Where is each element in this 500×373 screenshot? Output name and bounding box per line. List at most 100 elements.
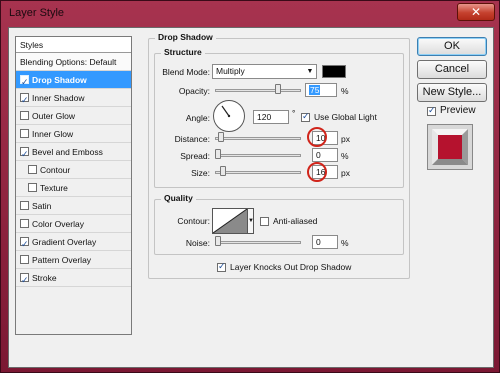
spread-unit: % (341, 151, 349, 161)
style-item-label: Color Overlay (32, 219, 84, 229)
preview-label: Preview (440, 105, 476, 116)
style-item-blending-options-default[interactable]: Blending Options: Default (16, 53, 131, 71)
new-style-button[interactable]: New Style... (417, 83, 487, 102)
use-global-light-label: Use Global Light (314, 112, 377, 122)
style-item-checkbox[interactable] (20, 73, 29, 91)
spread-value: 0 (316, 150, 321, 160)
style-item-stroke[interactable]: Stroke (16, 269, 131, 289)
style-item-gradient-overlay[interactable]: Gradient Overlay (16, 233, 131, 253)
contour-dropdown-arrow[interactable]: ▼ (247, 208, 254, 234)
style-item-color-overlay[interactable]: Color Overlay (16, 215, 131, 233)
style-item-label: Texture (40, 183, 68, 193)
size-unit: px (341, 168, 350, 178)
distance-highlight-circle (307, 127, 327, 147)
spread-label: Spread: (180, 151, 210, 161)
angle-label: Angle: (185, 113, 210, 123)
angle-unit: ° (292, 108, 296, 118)
quality-title: Quality (161, 193, 196, 203)
ok-button[interactable]: OK (417, 37, 487, 56)
style-item-checkbox[interactable] (20, 91, 29, 109)
style-item-checkbox[interactable] (20, 255, 29, 264)
noise-value: 0 (316, 237, 321, 247)
shadow-color-swatch[interactable] (322, 65, 346, 78)
style-item-pattern-overlay[interactable]: Pattern Overlay (16, 251, 131, 269)
noise-unit: % (341, 238, 349, 248)
style-preview-thumbnail (427, 124, 473, 170)
style-item-label: Outer Glow (32, 111, 75, 121)
distance-label: Distance: (174, 134, 210, 144)
style-item-drop-shadow[interactable]: Drop Shadow (16, 71, 131, 91)
angle-needle-icon (221, 105, 231, 118)
styles-header[interactable]: Styles (16, 37, 131, 53)
style-item-label: Drop Shadow (32, 75, 87, 85)
preview-checkbox[interactable] (427, 105, 436, 116)
opacity-value: 75 (309, 85, 321, 95)
drop-shadow-title: Drop Shadow (155, 32, 216, 42)
style-item-checkbox[interactable] (20, 271, 29, 289)
style-item-checkbox[interactable] (28, 183, 37, 192)
cancel-button[interactable]: Cancel (417, 60, 487, 79)
styles-panel: Styles Blending Options: Default Drop Sha… (15, 36, 132, 335)
title-bar[interactable]: Layer Style ✕ (1, 1, 500, 27)
style-item-label: Stroke (32, 273, 57, 283)
style-item-label: Blending Options: Default (20, 57, 117, 67)
style-item-outer-glow[interactable]: Outer Glow (16, 107, 131, 125)
style-item-checkbox[interactable] (20, 235, 29, 253)
style-item-label: Bevel and Emboss (32, 147, 103, 157)
style-item-bevel-and-emboss[interactable]: Bevel and Emboss (16, 143, 131, 163)
distance-slider-track[interactable] (215, 137, 301, 140)
blend-mode-label: Blend Mode: (162, 67, 210, 77)
style-item-checkbox[interactable] (20, 219, 29, 228)
layer-style-dialog: Layer Style ✕ Styles Blending Options: D… (0, 0, 500, 373)
structure-title: Structure (161, 47, 205, 57)
noise-slider-track[interactable] (215, 241, 301, 244)
styles-list: Blending Options: Default Drop Shadow Inne… (16, 53, 131, 289)
opacity-input[interactable]: 75 (305, 83, 337, 97)
angle-input[interactable]: 120 (253, 110, 289, 124)
close-button[interactable]: ✕ (457, 3, 495, 21)
opacity-unit: % (341, 86, 349, 96)
distance-slider-thumb[interactable] (218, 132, 225, 142)
size-slider-thumb[interactable] (220, 166, 227, 176)
size-highlight-circle (307, 162, 327, 182)
style-item-label: Satin (32, 201, 52, 211)
use-global-light-checkbox[interactable] (301, 111, 310, 122)
opacity-slider-track[interactable] (215, 89, 301, 92)
spread-slider-thumb[interactable] (215, 149, 221, 159)
contour-preview[interactable] (212, 208, 248, 234)
contour-label: Contour: (177, 216, 210, 226)
noise-slider-thumb[interactable] (215, 236, 221, 246)
size-label: Size: (191, 168, 210, 178)
opacity-slider-thumb[interactable] (275, 84, 281, 94)
style-item-checkbox[interactable] (20, 145, 29, 163)
anti-aliased-label: Anti-aliased (273, 216, 318, 226)
knockout-label: Layer Knocks Out Drop Shadow (230, 262, 352, 272)
style-item-texture[interactable]: Texture (16, 179, 131, 197)
style-item-satin[interactable]: Satin (16, 197, 131, 215)
window-title: Layer Style (9, 7, 65, 19)
spread-slider-track[interactable] (215, 154, 301, 157)
style-item-checkbox[interactable] (20, 111, 29, 120)
opacity-label: Opacity: (178, 86, 210, 96)
style-item-checkbox[interactable] (28, 165, 37, 174)
noise-label: Noise: (185, 238, 210, 248)
blend-mode-select[interactable]: Multiply ▼ (212, 64, 317, 79)
knockout-checkbox[interactable] (217, 261, 226, 272)
angle-dial[interactable] (213, 100, 245, 132)
preview-swatch-icon (428, 125, 472, 169)
size-slider-track[interactable] (215, 171, 301, 174)
spread-input[interactable]: 0 (312, 148, 338, 162)
style-item-inner-shadow[interactable]: Inner Shadow (16, 89, 131, 109)
style-item-checkbox[interactable] (20, 129, 29, 138)
anti-aliased-checkbox[interactable] (260, 217, 269, 226)
angle-value: 120 (257, 112, 272, 122)
style-item-inner-glow[interactable]: Inner Glow (16, 125, 131, 143)
chevron-down-icon: ▼ (306, 68, 314, 75)
style-item-label: Inner Shadow (32, 93, 85, 103)
style-item-checkbox[interactable] (20, 201, 29, 210)
dialog-client-area: Styles Blending Options: Default Drop Sha… (8, 27, 494, 368)
style-item-label: Contour (40, 165, 71, 175)
style-item-label: Pattern Overlay (32, 255, 92, 265)
style-item-contour[interactable]: Contour (16, 161, 131, 179)
noise-input[interactable]: 0 (312, 235, 338, 249)
